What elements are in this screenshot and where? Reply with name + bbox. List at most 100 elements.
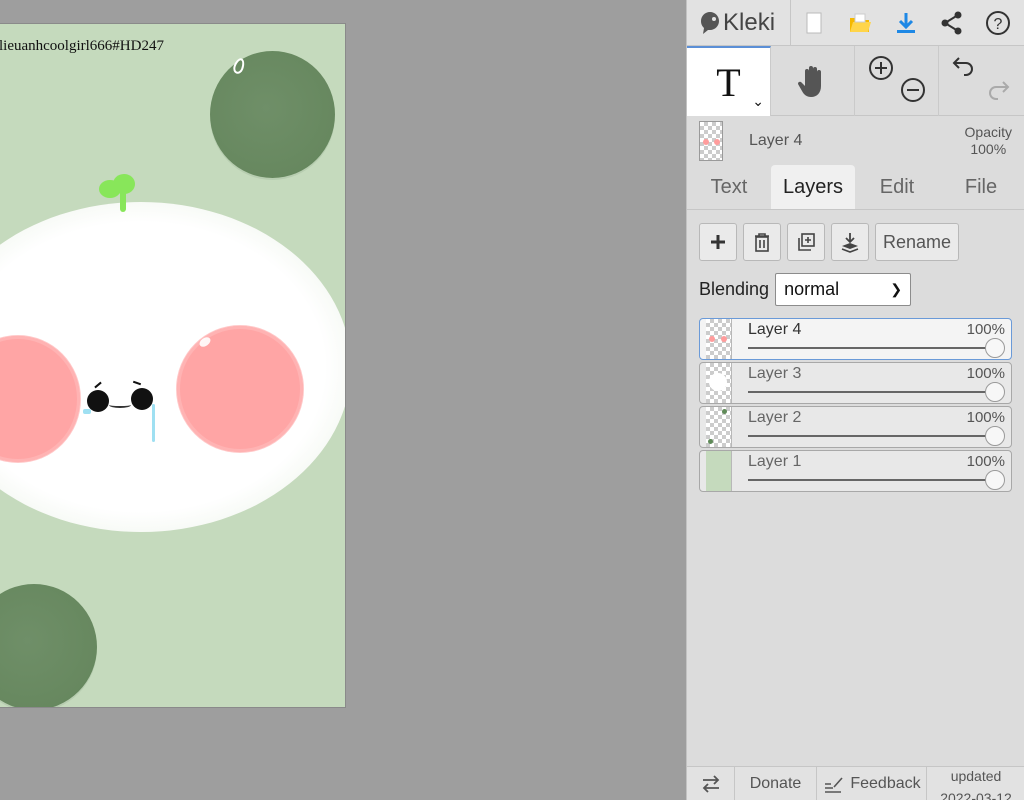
delete-layer-button[interactable]: [743, 223, 781, 261]
layer-opacity: 100%: [966, 453, 1005, 470]
download-button[interactable]: [883, 0, 929, 46]
updated-date: 2022-03-12: [940, 790, 1012, 800]
layer-thumbnail: [706, 407, 732, 447]
tear-left: [83, 409, 91, 414]
kleki-logo-icon: [699, 10, 721, 36]
layer-list: Layer 4 100% Layer 3 100% Layer 2 100% L…: [687, 306, 1024, 492]
tab-edit[interactable]: Edit: [855, 165, 939, 209]
current-layer-info: Layer 4 Opacity 100%: [687, 116, 1024, 166]
layer-opacity-slider[interactable]: [748, 435, 995, 437]
right-eye: [131, 388, 153, 410]
layer-opacity-slider[interactable]: [748, 347, 995, 349]
swap-side-button[interactable]: [687, 767, 735, 800]
share-button[interactable]: [929, 0, 975, 46]
layer-name: Layer 4: [748, 321, 802, 338]
right-cheek: [177, 326, 303, 452]
blending-select[interactable]: normal ❯: [775, 273, 912, 306]
mouth: [109, 402, 131, 408]
bottom-bar: Donate Feedback updated 2022-03-12: [687, 766, 1024, 800]
chevron-down-icon: ❯: [890, 281, 903, 297]
donate-button[interactable]: Donate: [735, 767, 817, 800]
rename-layer-button[interactable]: Rename: [875, 223, 959, 261]
trash-icon: [755, 233, 769, 252]
zoom-buttons: [855, 46, 939, 116]
layer-item-2[interactable]: Layer 2 100%: [699, 406, 1012, 448]
open-folder-button[interactable]: [837, 0, 883, 46]
green-circle-top: [210, 51, 335, 178]
feedback-label: Feedback: [850, 775, 921, 792]
swap-arrows-icon: [702, 775, 719, 793]
layer-opacity: 100%: [966, 365, 1005, 382]
zoom-in-icon[interactable]: [867, 54, 895, 82]
layer-opacity-knob[interactable]: [985, 382, 1005, 402]
layer-opacity-slider[interactable]: [748, 391, 995, 393]
current-layer-thumbnail: [699, 121, 723, 161]
undo-icon[interactable]: [951, 54, 979, 82]
canvas-watermark-text: lieuanhcoolgirl666#HD247: [0, 38, 164, 54]
open-folder-icon: [850, 13, 871, 32]
download-icon: [897, 12, 915, 33]
feedback-button[interactable]: Feedback: [817, 767, 927, 800]
layer-name: Layer 3: [748, 365, 802, 382]
app-logo[interactable]: Kleki: [687, 0, 791, 46]
help-icon: ?: [986, 10, 1010, 35]
current-layer-opacity: Opacity 100%: [965, 124, 1012, 158]
opacity-label: Opacity: [964, 124, 1012, 140]
duplicate-layer-button[interactable]: [787, 223, 825, 261]
merge-layer-button[interactable]: [831, 223, 869, 261]
green-circle-bottom: [0, 584, 97, 707]
merge-down-icon: [841, 233, 859, 253]
share-icon: [941, 11, 962, 34]
layer-opacity-slider[interactable]: [748, 479, 995, 481]
layer-opacity: 100%: [966, 321, 1005, 338]
add-layer-button[interactable]: [699, 223, 737, 261]
tool-row: T ⌄: [687, 46, 1024, 116]
layer-name: Layer 2: [748, 409, 802, 426]
layer-name: Layer 1: [748, 453, 802, 470]
sprout-drawing: [99, 174, 139, 214]
tab-layers[interactable]: Layers: [771, 165, 855, 209]
help-button[interactable]: ?: [975, 0, 1021, 46]
layer-opacity-knob[interactable]: [985, 470, 1005, 490]
hand-icon: [797, 66, 821, 97]
updated-info[interactable]: updated 2022-03-12: [927, 767, 1024, 800]
drawing-canvas[interactable]: lieuanhcoolgirl666#HD247: [0, 23, 346, 708]
blending-row: Blending normal ❯: [687, 261, 1024, 306]
layer-item-3[interactable]: Layer 3 100%: [699, 362, 1012, 404]
blending-value: normal: [784, 279, 840, 299]
blending-label: Blending: [699, 279, 770, 299]
layer-item-1[interactable]: Layer 1 100%: [699, 450, 1012, 492]
svg-text:?: ?: [994, 16, 1003, 33]
layer-thumbnail: [706, 363, 732, 403]
tab-file[interactable]: File: [939, 165, 1023, 209]
zoom-out-icon[interactable]: [899, 76, 927, 104]
new-file-button[interactable]: [791, 0, 837, 46]
tab-text[interactable]: Text: [687, 165, 771, 209]
tear-right: [152, 404, 155, 442]
redo-icon[interactable]: [983, 78, 1011, 106]
app-name: Kleki: [723, 8, 776, 36]
layer-thumbnail: [706, 319, 732, 359]
updated-label: updated: [950, 768, 1002, 784]
plus-icon: [711, 235, 725, 249]
duplicate-icon: [798, 233, 815, 251]
canvas-workspace[interactable]: lieuanhcoolgirl666#HD247: [0, 0, 686, 800]
panel-tabs: Text Layers Edit File: [687, 165, 1024, 210]
new-file-icon: [806, 12, 822, 33]
side-panel: Kleki ? T ⌄ Layer 4 Opacity 100% Text La…: [686, 0, 1024, 800]
hand-tool-button[interactable]: [771, 46, 855, 116]
layer-item-4[interactable]: Layer 4 100%: [699, 318, 1012, 360]
current-layer-name: Layer 4: [749, 132, 803, 149]
feedback-pen-icon: [825, 777, 843, 793]
layer-opacity-knob[interactable]: [985, 426, 1005, 446]
text-tool-icon: T: [716, 59, 741, 105]
text-tool-button[interactable]: T ⌄: [687, 46, 771, 116]
top-bar: Kleki ?: [687, 0, 1024, 46]
layer-opacity: 100%: [966, 409, 1005, 426]
layer-thumbnail: [706, 451, 732, 491]
undo-redo-buttons: [939, 46, 1023, 116]
layer-opacity-knob[interactable]: [985, 338, 1005, 358]
opacity-value: 100%: [970, 141, 1007, 157]
chevron-down-icon[interactable]: ⌄: [752, 93, 764, 110]
layer-actions: Rename: [687, 210, 1024, 261]
